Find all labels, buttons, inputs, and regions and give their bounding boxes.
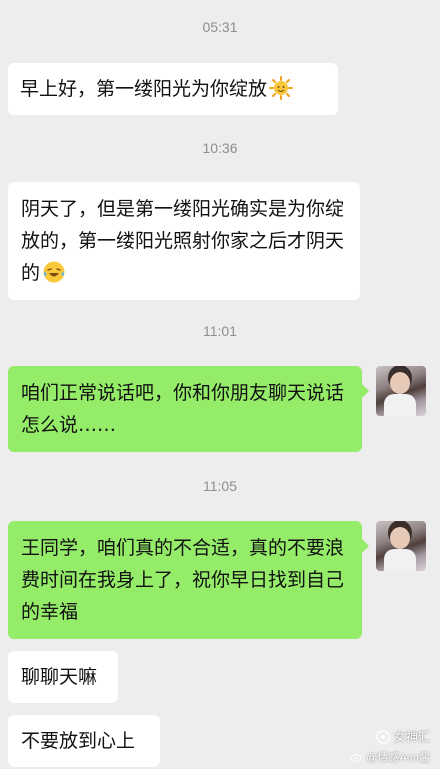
incoming-message[interactable]: 阴天了，但是第一缕阳光确实是为你绽放的，第一缕阳光照射你家之后才阴天的: [8, 182, 360, 300]
avatar-body: [384, 394, 416, 416]
message-text: 阴天了，但是第一缕阳光确实是为你绽放的，第一缕阳光照射你家之后才阴天的: [21, 198, 345, 284]
incoming-message[interactable]: 早上好，第一缕阳光为你绽放: [8, 63, 338, 115]
outgoing-message[interactable]: 咱们正常说话吧，你和你朋友聊天说话怎么说……: [8, 366, 369, 452]
wechat-channel-icon: [376, 729, 390, 744]
timestamp: 11:01: [203, 323, 237, 339]
watermark-brand: 女神汇: [393, 730, 430, 744]
message-text: 聊聊天嘛: [21, 666, 98, 688]
laugh-cry-icon: [43, 261, 65, 283]
weibo-icon: [350, 754, 362, 762]
incoming-message[interactable]: 聊聊天嘛: [8, 651, 118, 703]
sun-face-icon: [269, 76, 294, 100]
message-text: 早上好，第一缕阳光为你绽放: [20, 78, 268, 100]
timestamp: 11:05: [203, 478, 237, 494]
outgoing-message[interactable]: 王同学，咱们真的不合适，真的不要浪费时间在我身上了，祝你早日找到自己的幸福: [8, 521, 369, 639]
avatar[interactable]: [376, 521, 426, 571]
timestamp: 05:31: [202, 19, 238, 35]
watermark: 女神汇: [376, 728, 430, 745]
message-text: 王同学，咱们真的不合适，真的不要浪费时间在我身上了，祝你早日找到自己的幸福: [21, 537, 345, 623]
avatar-head: [390, 372, 410, 394]
incoming-message[interactable]: 不要放到心上: [8, 715, 160, 767]
avatar-body: [384, 549, 416, 571]
timestamp: 10:36: [202, 140, 238, 156]
watermark-handle: @情感Ann酱: [366, 752, 430, 764]
message-text: 咱们正常说话吧，你和你朋友聊天说话怎么说……: [21, 382, 345, 436]
message-text: 不要放到心上: [21, 730, 136, 752]
watermark-handle-row: @情感Ann酱: [350, 749, 430, 765]
avatar[interactable]: [376, 366, 426, 416]
avatar-head: [390, 527, 410, 549]
